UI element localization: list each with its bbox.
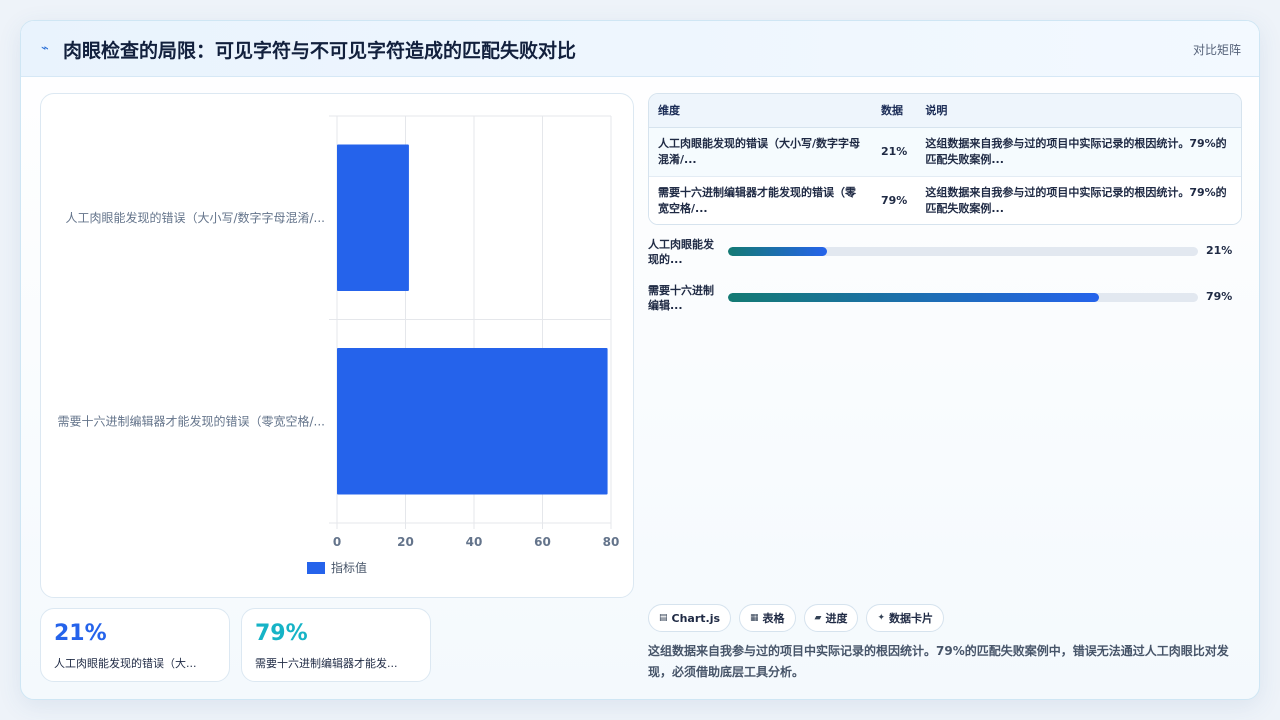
x-tick-label: 0: [333, 535, 341, 549]
view-tag: 对比矩阵: [1192, 43, 1241, 57]
category-label: 需要十六进制编辑器才能发现的错误（零宽空格/...: [58, 413, 326, 428]
table-row: 人工肉眼能发现的错误（大小写/数字字母混淆/... 21% 这组数据来自我参与过…: [649, 127, 1241, 177]
legend-label: 指标值: [331, 560, 367, 575]
card-icon: ✦: [877, 613, 886, 623]
bolt-icon: ⌁: [41, 41, 49, 56]
chip-label: 表格: [762, 612, 785, 625]
chip-table[interactable]: ▦ 表格: [739, 604, 796, 632]
x-tick-label: 40: [466, 535, 483, 549]
chip-label: 进度: [825, 612, 848, 625]
kpi-card-1: 21% 人工肉眼能发现的错误（大...: [40, 608, 230, 682]
table-row: 需要十六进制编辑器才能发现的错误（零宽空格/... 79% 这组数据来自我参与过…: [649, 176, 1241, 224]
chip-progress[interactable]: ▰ 进度: [803, 604, 859, 632]
comparison-table: 维度 数据 说明 人工肉眼能发现的错误（大小写/数字字母混淆/... 21% 这…: [648, 93, 1242, 225]
table-header-dimension: 维度: [649, 94, 872, 128]
bar: [337, 347, 608, 495]
x-tick-label: 20: [397, 535, 414, 549]
chip-data-card[interactable]: ✦ 数据卡片: [866, 604, 945, 632]
progress-icon: ▰: [814, 613, 822, 623]
progress-row: 需要十六进制编辑... 79%: [648, 279, 1242, 325]
kpi-label-1: 人工肉眼能发现的错误（大...: [54, 657, 197, 670]
table-header-description: 说明: [916, 94, 1241, 128]
legend-swatch: [307, 562, 325, 574]
kpi-label-2: 需要十六进制编辑器才能发...: [255, 657, 398, 670]
chip-label: Chart.js: [671, 611, 721, 625]
dashboard-card: ⌁ 肉眼检查的局限：可见字符与不可见字符造成的匹配失败对比 对比矩阵 0 20 40…: [20, 20, 1260, 700]
progress-list: 人工肉眼能发现的... 21% 需要十六进制编辑... 79%: [648, 233, 1242, 325]
progress-value: 79%: [1206, 290, 1233, 303]
table-cell-dimension: 人工肉眼能发现的错误（大小写/数字字母混淆/...: [649, 127, 872, 177]
page-title: 肉眼检查的局限：可见字符与不可见字符造成的匹配失败对比: [63, 40, 577, 62]
chart-icon: ▤: [659, 613, 668, 623]
bar-chart: 0 20 40 60 80 人工肉眼能发现的错误（大小写/数字字母混淆/... 需要十六进制…: [58, 115, 620, 575]
table-icon: ▦: [750, 613, 759, 623]
progress-row: 人工肉眼能发现的... 21%: [648, 233, 1242, 279]
kpi-value-2: 79%: [255, 621, 308, 646]
x-tick-label: 60: [534, 535, 551, 549]
kpi-card-2: 79% 需要十六进制编辑器才能发...: [241, 608, 431, 682]
progress-fill: [728, 293, 1100, 302]
bar-chart-panel: 0 20 40 60 80 人工肉眼能发现的错误（大小写/数字字母混淆/... 需要十六进制…: [40, 93, 634, 598]
bar: [337, 144, 409, 292]
table-cell-description: 这组数据来自我参与过的项目中实际记录的根因统计。79%的匹配失败案例...: [925, 185, 1227, 215]
progress-value: 21%: [1206, 244, 1233, 257]
table-cell-dimension: 需要十六进制编辑器才能发现的错误（零宽空格/...: [658, 185, 856, 215]
table-cell-data: 79%: [881, 193, 908, 207]
progress-label: 需要十六进制编辑...: [648, 284, 714, 312]
header-bar: ⌁ 肉眼检查的局限：可见字符与不可见字符造成的匹配失败对比 对比矩阵: [21, 21, 1259, 77]
tool-chips: ▤ Chart.js ▦ 表格 ▰ 进度 ✦ 数据卡片: [648, 604, 945, 632]
category-label: 人工肉眼能发现的错误（大小写/数字字母混淆/...: [65, 210, 325, 225]
table-header-row: 维度 数据 说明: [649, 94, 1241, 128]
x-tick-label: 80: [603, 535, 620, 549]
kpi-value-1: 21%: [54, 621, 107, 646]
progress-track: [728, 247, 1198, 256]
table-cell-data: 21%: [872, 127, 917, 177]
table-cell-description: 这组数据来自我参与过的项目中实际记录的根因统计。79%的匹配失败案例...: [916, 127, 1241, 177]
summary-note: 这组数据来自我参与过的项目中实际记录的根因统计。79%的匹配失败案例中，错误无法…: [648, 644, 1229, 679]
table-header-data: 数据: [872, 94, 917, 128]
chip-chartjs[interactable]: ▤ Chart.js: [648, 604, 732, 632]
progress-fill: [728, 247, 827, 256]
chip-label: 数据卡片: [889, 612, 934, 625]
progress-label: 人工肉眼能发现的...: [648, 238, 714, 266]
progress-track: [728, 293, 1198, 302]
